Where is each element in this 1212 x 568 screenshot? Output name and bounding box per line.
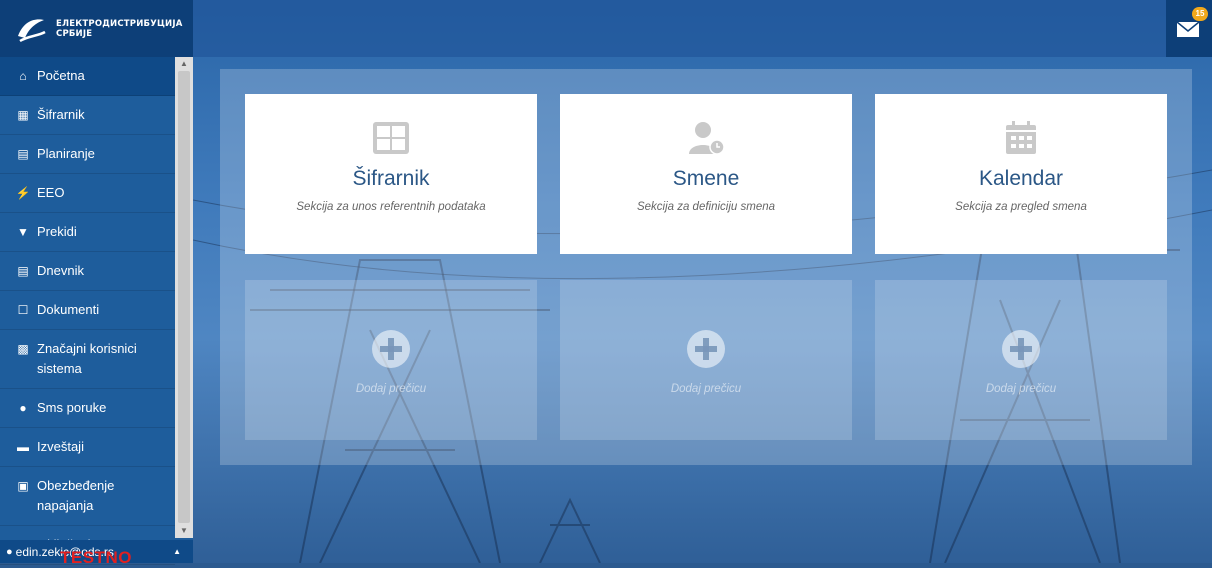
add-shortcut-label: Dodaj prečicu [670,383,742,395]
sidebar-item-label: EEO [37,185,65,200]
add-shortcut-label: Dodaj prečicu [985,383,1057,395]
card-title: Kalendar [978,167,1064,190]
document-icon: ☐ [17,303,29,317]
scrollbar-thumb[interactable] [178,71,190,523]
sidebar-item-label: Prekidi [37,224,77,239]
card-sifrarnik[interactable]: Šifrarnik Sekcija za unos referentnih po… [245,94,537,254]
sidebar-item-sifrarnik[interactable]: ▦ Šifrarnik [0,96,175,135]
sidebar-scrollbar[interactable]: ▲ ▼ [175,57,193,538]
user-clock-icon [689,122,725,155]
card-smene[interactable]: Smene Sekcija za definiciju smena [560,94,852,254]
card-subtitle: Sekcija za pregled smena [955,201,1087,213]
brand-line-2: СРБИЈЕ [56,28,93,39]
sidebar-item-label: Planiranje [37,146,95,161]
plus-circle-icon [1002,330,1040,368]
card-subtitle: Sekcija za definiciju smena [636,201,776,213]
sidebar-item-eeo[interactable]: ⚡ EEO [0,174,175,213]
sidebar-item-pocetna[interactable]: ⌂ Početna [0,57,175,96]
caret-up-icon: ▲ [173,547,181,556]
add-shortcut-tile[interactable]: Dodaj prečicu [560,280,852,440]
sidebar-item-dnevnik[interactable]: ▤ Dnevnik [0,252,175,291]
sidebar-item-label: Sms poruke [37,400,107,415]
environment-label: TESTNO [60,548,132,567]
add-shortcut-tile[interactable]: Dodaj prečicu [875,280,1167,440]
sidebar-item-dokumenti[interactable]: ☐ Dokumenti [0,291,175,330]
sidebar-item-label: Početna [37,68,85,83]
sidebar-item-sms-poruke[interactable]: ● Sms poruke [0,389,175,428]
brand-text: ЕЛЕКТРОДИСТРИБУЦИЈА СРБИЈЕ [56,19,183,39]
file-image-icon: ▣ [17,479,29,493]
sidebar-item-planiranje[interactable]: ▤ Planiranje [0,135,175,174]
sidebar-item-obezbedjenje-napajanja[interactable]: ▣ Obezbeđenje napajanja [0,467,175,526]
bolt-icon: ⚡ [15,186,31,200]
card-subtitle: Sekcija za unos referentnih podataka [296,201,486,213]
table-icon: ▦ [17,108,29,122]
sidebar-item-label: Šifrarnik [37,107,85,122]
dashboard-panel: Šifrarnik Sekcija za unos referentnih po… [220,69,1192,465]
sidebar-item-znacajni-korisnici[interactable]: ▩ Značajni korisnici sistema [0,330,175,389]
report-icon: ▬ [17,440,29,454]
sidebar-item-label: Značajni korisnici sistema [37,341,137,376]
scroll-up-icon[interactable]: ▲ [175,57,193,71]
chat-icon: ● [19,401,27,415]
plus-circle-icon [687,330,725,368]
add-shortcut-tile[interactable]: Dodaj prečicu [245,280,537,440]
calendar-doc-icon: ▤ [17,147,29,161]
brand-line-1: ЕЛЕКТРОДИСТРИБУЦИЈА [56,18,183,29]
plug-icon: ▼ [17,225,29,239]
sidebar-menu: ⌂ Početna ▦ Šifrarnik ▤ Planiranje ⚡ EEO… [0,57,175,565]
sidebar-item-label: Obezbeđenje napajanja [37,478,115,513]
card-kalendar[interactable]: Kalendar Sekcija za pregled smena [875,94,1167,254]
calendar-icon [1006,121,1036,154]
card-title: Šifrarnik [352,167,430,190]
home-icon: ⌂ [19,69,27,83]
notification-count-badge: 15 [1192,7,1208,21]
eds-logo-icon [18,18,46,42]
scroll-down-icon[interactable]: ▼ [175,524,193,538]
add-shortcut-label: Dodaj prečicu [355,383,427,395]
card-title: Smene [672,167,740,190]
building-icon: ▩ [17,342,29,356]
sidebar: ЕЛЕКТРОДИСТРИБУЦИЈА СРБИЈЕ ⌂ Početna ▦ Š… [0,0,193,565]
sidebar-item-izvestaji[interactable]: ▬ Izveštaji [0,428,175,467]
plus-circle-icon [372,330,410,368]
brand-logo-area[interactable]: ЕЛЕКТРОДИСТРИБУЦИЈА СРБИЈЕ [0,0,193,57]
sidebar-item-prekidi[interactable]: ▼ Prekidi [0,213,175,252]
user-icon: ● [6,545,13,558]
sidebar-item-label: Dokumenti [37,302,100,317]
journal-icon: ▤ [17,264,29,278]
grid-icon [373,122,409,154]
sidebar-item-label: Izveštaji [37,439,84,454]
sidebar-item-label: Dnevnik [37,263,84,278]
